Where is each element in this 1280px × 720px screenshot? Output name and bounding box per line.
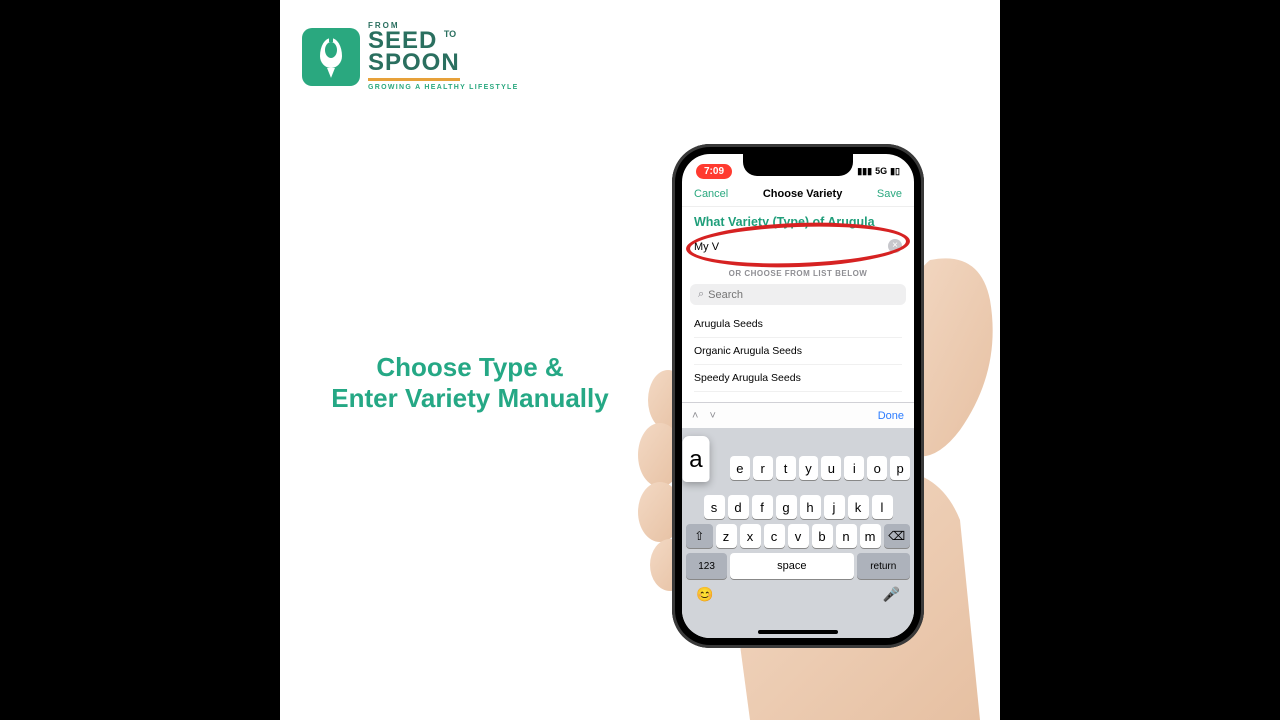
logo-to-word: TO — [444, 29, 456, 39]
logo-spoon-word: SPOON — [368, 52, 460, 75]
key[interactable]: b — [812, 524, 833, 548]
variety-list: Arugula Seeds Organic Arugula Seeds Spee… — [682, 305, 914, 392]
done-button[interactable]: Done — [878, 410, 904, 422]
phone-screen: 7:09 ▮▮▮ 5G ▮▯ Cancel Choose Variety Sav… — [682, 154, 914, 638]
promo-stage: FROM SEED TO SPOON GROWING A HEALTHY LIF… — [280, 0, 1000, 720]
key[interactable]: d — [728, 495, 749, 519]
clear-input-icon[interactable]: × — [888, 239, 902, 253]
key-a[interactable]: a — [683, 436, 710, 482]
key[interactable]: i — [844, 456, 864, 480]
caption-line-2: Enter Variety Manually — [280, 383, 660, 414]
section-title: What Variety (Type) of Arugula — [682, 207, 914, 231]
search-input[interactable] — [708, 289, 898, 301]
keyboard-accessory: ˄ ˅ Done — [682, 402, 914, 428]
shift-key[interactable]: ⇧ — [686, 524, 713, 548]
or-choose-label: OR CHOOSE FROM LIST BELOW — [682, 269, 914, 278]
key[interactable]: f — [752, 495, 773, 519]
key[interactable]: h — [800, 495, 821, 519]
phone-frame: 7:09 ▮▮▮ 5G ▮▯ Cancel Choose Variety Sav… — [672, 144, 924, 648]
prev-field-icon[interactable]: ˄ — [692, 410, 702, 422]
key[interactable]: p — [890, 456, 910, 480]
logo-underline — [368, 78, 460, 81]
caption-line-1: Choose Type & — [280, 352, 660, 383]
variety-input[interactable] — [692, 235, 904, 259]
ios-keyboard: a e r t y u i o p s d f g h j — [682, 428, 914, 638]
list-item[interactable]: Organic Arugula Seeds — [694, 338, 902, 365]
key[interactable]: m — [860, 524, 881, 548]
promo-caption: Choose Type & Enter Variety Manually — [280, 352, 660, 414]
logo-mark-icon — [302, 28, 360, 86]
phone-notch — [743, 154, 853, 176]
space-key[interactable]: space — [730, 553, 853, 579]
key[interactable]: n — [836, 524, 857, 548]
mic-key-icon[interactable]: 🎤 — [883, 586, 900, 603]
key[interactable]: g — [776, 495, 797, 519]
next-field-icon[interactable]: ˅ — [710, 410, 720, 422]
signal-icon: ▮▮▮ — [857, 166, 872, 177]
nav-title: Choose Variety — [763, 188, 842, 200]
battery-icon: ▮▯ — [890, 166, 900, 177]
key[interactable]: t — [776, 456, 796, 480]
key[interactable]: y — [799, 456, 819, 480]
save-button[interactable]: Save — [877, 188, 902, 200]
key[interactable]: x — [740, 524, 761, 548]
key[interactable]: c — [764, 524, 785, 548]
suggestion-bar[interactable] — [686, 434, 910, 452]
return-key[interactable]: return — [857, 553, 910, 579]
list-item[interactable]: Speedy Arugula Seeds — [694, 365, 902, 392]
brand-logo: FROM SEED TO SPOON GROWING A HEALTHY LIF… — [302, 22, 519, 92]
key[interactable]: l — [872, 495, 893, 519]
key[interactable]: r — [753, 456, 773, 480]
list-item[interactable]: Arugula Seeds — [694, 311, 902, 338]
key[interactable]: k — [848, 495, 869, 519]
numbers-key[interactable]: 123 — [686, 553, 727, 579]
home-indicator[interactable] — [758, 630, 838, 634]
key[interactable]: u — [821, 456, 841, 480]
status-time: 7:09 — [696, 164, 732, 179]
key[interactable]: v — [788, 524, 809, 548]
nav-bar: Cancel Choose Variety Save — [682, 184, 914, 207]
key[interactable]: z — [716, 524, 737, 548]
key[interactable]: o — [867, 456, 887, 480]
search-icon: ⌕ — [698, 288, 704, 301]
backspace-key[interactable]: ⌫ — [884, 524, 911, 548]
key[interactable]: e — [730, 456, 750, 480]
search-field[interactable]: ⌕ — [690, 284, 906, 305]
key[interactable]: j — [824, 495, 845, 519]
logo-tagline: GROWING A HEALTHY LIFESTYLE — [368, 85, 519, 92]
emoji-key-icon[interactable]: 😊 — [696, 586, 713, 603]
variety-input-row: × — [692, 235, 904, 259]
cancel-button[interactable]: Cancel — [694, 188, 728, 200]
key[interactable]: s — [704, 495, 725, 519]
network-label: 5G — [875, 166, 887, 176]
